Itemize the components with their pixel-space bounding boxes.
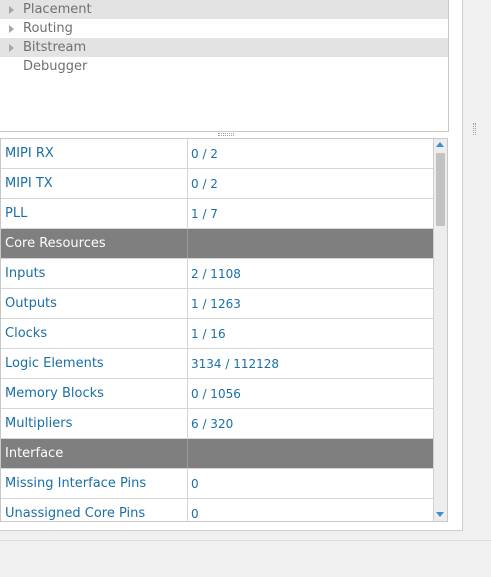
resource-name[interactable]: MIPI RX	[1, 139, 188, 168]
resource-usage-value: 1 / 7	[191, 206, 218, 221]
resource-usage-value: 0	[191, 476, 199, 491]
resource-name[interactable]: Memory Blocks	[1, 379, 188, 408]
splitter-handle[interactable]	[218, 133, 234, 136]
table-row[interactable]: MIPI RX 0 / 2	[1, 139, 434, 169]
section-value	[188, 229, 434, 258]
bottom-panel	[0, 540, 491, 577]
table-row[interactable]: Missing Interface Pins 0	[1, 469, 434, 499]
expand-arrow-icon[interactable]	[9, 24, 14, 33]
section-value	[188, 439, 434, 468]
resource-name[interactable]: Multipliers	[1, 409, 188, 438]
expand-arrow-icon[interactable]	[9, 5, 14, 14]
table-body: MIPI RX 0 / 2 MIPI TX 0 / 2 PLL 1 / 7 Core Res…	[1, 139, 434, 521]
resource-name[interactable]: Unassigned Core Pins	[1, 499, 188, 521]
flow-tree: Placement Routing Bitstream Debugger	[0, 0, 449, 132]
design-panel: Placement Routing Bitstream Debugger MIP…	[0, 0, 463, 531]
resource-usage-value: 0 / 1056	[191, 386, 241, 401]
table-row[interactable]: PLL 1 / 7	[1, 199, 434, 229]
resource-name[interactable]: Outputs	[1, 289, 188, 318]
section-title: Core Resources	[1, 229, 188, 258]
table-row[interactable]: Clocks 1 / 16	[1, 319, 434, 349]
resource-name[interactable]: Missing Interface Pins	[1, 469, 188, 498]
table-row[interactable]: Inputs 2 / 1108	[1, 259, 434, 289]
resource-usage-value: 6 / 320	[191, 416, 234, 431]
resource-usage-value: 0 / 2	[191, 176, 218, 191]
tree-item-label: Debugger	[23, 59, 88, 74]
resource-name[interactable]: PLL	[1, 199, 188, 228]
resource-usage-table: MIPI RX 0 / 2 MIPI TX 0 / 2 PLL 1 / 7 Core Res…	[0, 138, 448, 522]
resource-usage-value: 0 / 2	[191, 146, 218, 161]
resource-usage-value: 0	[191, 506, 199, 521]
side-splitter-handle[interactable]	[473, 123, 476, 135]
table-row[interactable]: Multipliers 6 / 320	[1, 409, 434, 439]
tree-item-label: Placement	[23, 2, 92, 17]
table-row[interactable]: Outputs 1 / 1263	[1, 289, 434, 319]
table-row[interactable]: Logic Elements 3134 / 112128	[1, 349, 434, 379]
resource-usage-value: 2 / 1108	[191, 266, 241, 281]
scroll-thumb[interactable]	[436, 153, 445, 226]
table-row[interactable]: MIPI TX 0 / 2	[1, 169, 434, 199]
resource-name[interactable]: Logic Elements	[1, 349, 188, 378]
section-header-row: Interface	[1, 439, 434, 469]
resource-usage-value: 3134 / 112128	[191, 356, 280, 371]
scroll-up-icon[interactable]	[436, 142, 444, 147]
tree-item-label: Bitstream	[23, 40, 87, 55]
scroll-down-icon[interactable]	[436, 512, 444, 517]
tree-item-bitstream[interactable]: Bitstream	[0, 38, 448, 57]
tree-item-routing[interactable]: Routing	[0, 19, 448, 38]
section-header-row: Core Resources	[1, 229, 434, 259]
tree-item-placement[interactable]: Placement	[0, 0, 448, 19]
tree-item-debugger[interactable]: Debugger	[0, 57, 448, 76]
table-row[interactable]: Memory Blocks 0 / 1056	[1, 379, 434, 409]
table-row[interactable]: Unassigned Core Pins 0	[1, 499, 434, 521]
section-title: Interface	[1, 439, 188, 468]
resource-name[interactable]: Clocks	[1, 319, 188, 348]
resource-name[interactable]: MIPI TX	[1, 169, 188, 198]
resource-name[interactable]: Inputs	[1, 259, 188, 288]
resource-usage-value: 1 / 1263	[191, 296, 241, 311]
tree-item-label: Routing	[23, 21, 73, 36]
vertical-scrollbar[interactable]	[433, 139, 447, 521]
expand-arrow-icon[interactable]	[9, 43, 14, 52]
resource-usage-value: 1 / 16	[191, 326, 226, 341]
